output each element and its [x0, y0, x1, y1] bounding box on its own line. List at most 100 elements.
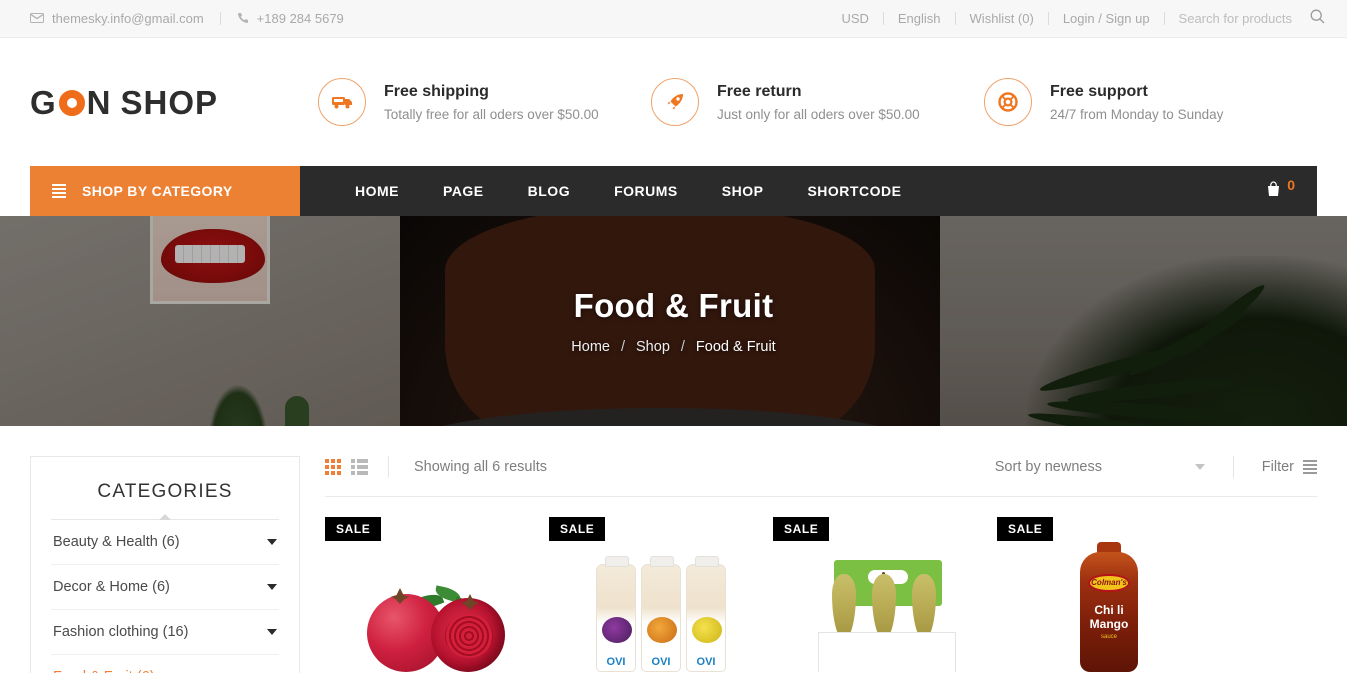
- feature-subtitle: Just only for all oders over $50.00: [717, 106, 920, 122]
- sidebar-item-label: Fashion clothing (16): [53, 624, 189, 640]
- product-listing: Showing all 6 results Sort by newness Fi…: [325, 456, 1317, 673]
- results-count: Showing all 6 results: [414, 459, 547, 475]
- sauce-line2: Mango: [1089, 617, 1129, 631]
- filter-label: Filter: [1261, 459, 1294, 475]
- feature-title: Free return: [717, 82, 802, 100]
- nav-item-blog[interactable]: BLOG: [506, 166, 592, 216]
- language-selector[interactable]: English: [898, 11, 941, 26]
- categories-divider: [51, 514, 279, 520]
- breadcrumb-home[interactable]: Home: [571, 339, 610, 355]
- divider: [1163, 12, 1165, 25]
- breadcrumb-shop[interactable]: Shop: [636, 339, 670, 355]
- page-title: Food & Fruit: [573, 287, 774, 324]
- nav-item-page[interactable]: PAGE: [421, 166, 506, 216]
- feature-title: Free shipping: [384, 82, 489, 100]
- sort-and-filter: Sort by newness Filter: [995, 456, 1317, 478]
- logo-text-shop: SHOP: [120, 83, 219, 121]
- email-text: themesky.info@gmail.com: [52, 11, 204, 26]
- o-ring-icon: [58, 90, 85, 116]
- logo-text-n: N: [86, 83, 112, 121]
- divider: [1232, 456, 1234, 478]
- sidebar-item-label: Decor & Home (6): [53, 579, 170, 595]
- breadcrumb-separator: /: [620, 339, 626, 355]
- login-signup-link[interactable]: Login / Sign up: [1063, 11, 1150, 26]
- nav-item-home[interactable]: HOME: [333, 166, 421, 216]
- site-logo[interactable]: G N SHOP: [30, 86, 318, 119]
- feature-free-return: Free return Just only for all oders over…: [651, 78, 984, 126]
- filter-lines-icon: [1303, 460, 1317, 474]
- shopping-bag-icon: [1264, 179, 1283, 203]
- sauce-line3: sauce: [1100, 634, 1117, 640]
- phone-contact[interactable]: +189 284 5679: [237, 11, 344, 26]
- filter-button[interactable]: Filter: [1262, 459, 1317, 475]
- phone-text: +189 284 5679: [256, 11, 344, 26]
- nav-item-forums[interactable]: FORUMS: [592, 166, 700, 216]
- chevron-down-icon[interactable]: [267, 539, 277, 545]
- sidebar-item-food-fruit[interactable]: Food & Fruit (6): [51, 655, 279, 673]
- sauce-brand: Colman's: [1091, 578, 1127, 587]
- search-icon[interactable]: [1310, 9, 1325, 28]
- status-badge: SALE: [997, 517, 1054, 541]
- nav-item-shortcode[interactable]: SHORTCODE: [785, 166, 923, 216]
- list-view-icon[interactable]: [351, 459, 368, 475]
- breadcrumb: Home / Shop / Food & Fruit: [571, 339, 775, 355]
- sidebar-item-label: Beauty & Health (6): [53, 534, 180, 550]
- divider: [1047, 12, 1049, 25]
- listing-toolbar: Showing all 6 results Sort by newness Fi…: [325, 456, 1317, 497]
- chevron-down-icon[interactable]: [267, 584, 277, 590]
- view-switcher: [325, 456, 389, 478]
- nav-item-shop[interactable]: SHOP: [700, 166, 786, 216]
- shop-by-category-label: SHOP BY CATEGORY: [82, 183, 233, 199]
- sidebar-item-decor-home[interactable]: Decor & Home (6): [51, 565, 279, 610]
- bottle-brand: OVI: [651, 656, 671, 668]
- phone-icon: [237, 12, 249, 26]
- product-grid: SALE SALE OVI OVI OVI SALE SALE Colman's…: [325, 497, 1317, 672]
- shop-by-category-button[interactable]: SHOP BY CATEGORY: [30, 166, 300, 216]
- page-content: CATEGORIES Beauty & Health (6) Decor & H…: [0, 426, 1347, 673]
- status-badge: SALE: [549, 517, 606, 541]
- sidebar-item-label: Food & Fruit (6): [53, 669, 155, 673]
- cart-count: 0: [1287, 177, 1295, 193]
- search-input[interactable]: Search for products: [1179, 11, 1292, 26]
- feature-subtitle: Totally free for all oders over $50.00: [384, 106, 599, 122]
- header-features: Free shipping Totally free for all oders…: [318, 78, 1317, 126]
- envelope-icon: [30, 12, 44, 25]
- status-badge: SALE: [773, 517, 830, 541]
- wishlist-link[interactable]: Wishlist (0): [970, 11, 1034, 26]
- bottle-brand: OVI: [606, 656, 626, 668]
- breadcrumb-separator: /: [680, 339, 685, 355]
- categories-title: CATEGORIES: [97, 481, 233, 502]
- cart-button[interactable]: 0: [1264, 166, 1317, 216]
- breadcrumb-current: Food & Fruit: [695, 339, 776, 355]
- top-bar: themesky.info@gmail.com +189 284 5679 US…: [0, 0, 1347, 38]
- product-card[interactable]: SALE OVI OVI OVI: [549, 517, 773, 672]
- sort-select[interactable]: Sort by newness: [995, 459, 1205, 475]
- status-badge: SALE: [325, 517, 382, 541]
- sort-select-value: Sort by newness: [994, 459, 1102, 475]
- truck-icon: [318, 78, 366, 126]
- nav-links: HOME PAGE BLOG FORUMS SHOP SHORTCODE: [300, 166, 923, 216]
- product-card[interactable]: SALE: [773, 517, 997, 672]
- chevron-down-icon: [1194, 464, 1205, 470]
- divider: [882, 12, 884, 25]
- sidebar-item-fashion-clothing[interactable]: Fashion clothing (16): [51, 610, 279, 655]
- grid-view-icon[interactable]: [325, 459, 341, 475]
- site-header: G N SHOP Free shipping Totally free for …: [0, 38, 1347, 166]
- categories-widget: CATEGORIES Beauty & Health (6) Decor & H…: [30, 456, 300, 673]
- bottle-brand: OVI: [696, 656, 716, 668]
- top-bar-contact: themesky.info@gmail.com +189 284 5679: [0, 11, 344, 26]
- currency-selector[interactable]: USD: [841, 11, 868, 26]
- chevron-down-icon[interactable]: [267, 629, 277, 635]
- divider: [219, 12, 221, 25]
- sidebar-item-beauty-health[interactable]: Beauty & Health (6): [51, 520, 279, 565]
- rocket-icon: [651, 78, 699, 126]
- feature-free-support: Free support 24/7 from Monday to Sunday: [984, 78, 1317, 126]
- lifebuoy-icon: [984, 78, 1032, 126]
- email-contact[interactable]: themesky.info@gmail.com: [30, 11, 204, 26]
- sauce-line1: Chi li: [1094, 603, 1124, 617]
- product-card[interactable]: SALE: [325, 517, 549, 672]
- top-bar-links: USD English Wishlist (0) Login / Sign up…: [841, 9, 1347, 28]
- logo-text-g: G: [30, 83, 57, 121]
- product-card[interactable]: SALE Colman's Chi li Mango sauce: [997, 517, 1221, 672]
- sidebar: CATEGORIES Beauty & Health (6) Decor & H…: [30, 456, 300, 673]
